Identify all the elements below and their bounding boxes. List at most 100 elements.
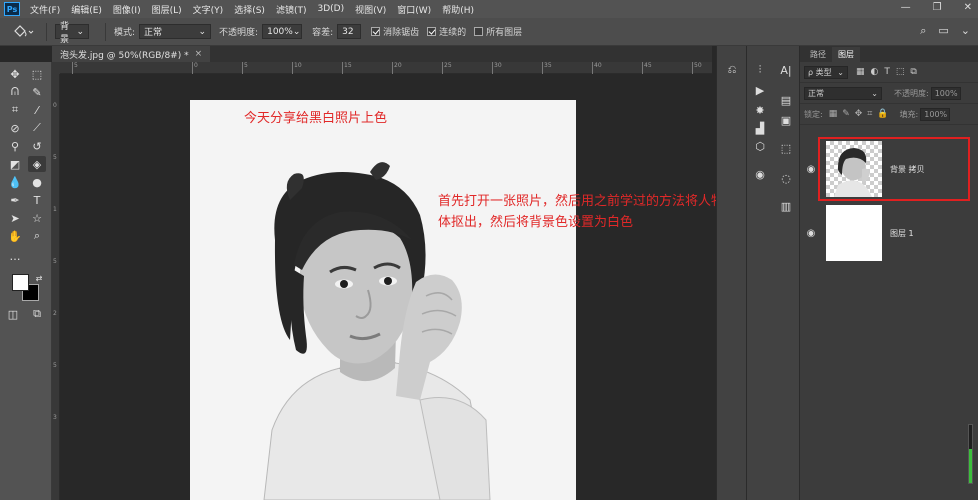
eyedropper-tool-icon[interactable]: ⁄: [28, 102, 46, 118]
document-canvas[interactable]: [190, 100, 576, 500]
dodge-tool-icon[interactable]: ●: [28, 174, 46, 190]
eraser-tool-icon[interactable]: ◩: [6, 156, 24, 172]
panel-scroll-indicator[interactable]: [968, 424, 973, 484]
layer-row-layer-1[interactable]: ◉ 图层 1: [800, 202, 978, 264]
quick-select-tool-icon[interactable]: ✎: [28, 84, 46, 100]
chevron-down-icon: ⌄: [837, 67, 844, 77]
shape-filter-icon[interactable]: ⬚: [896, 67, 905, 77]
screen-mode-icon[interactable]: ⧉: [28, 306, 46, 322]
paint-bucket-tool-icon[interactable]: ◈: [28, 156, 46, 172]
document-tab[interactable]: 泡头发.jpg @ 50%(RGB/8#) * ×: [52, 46, 211, 62]
menu-3d[interactable]: 3D(D): [317, 4, 344, 14]
canvas-area[interactable]: 今天分享给黑白照片上色 首先打开一张照片，然后用之前学过的方法将人物主体抠出，然…: [60, 74, 737, 500]
lasso-tool-icon[interactable]: ᕬ: [6, 84, 24, 100]
shape-tool-icon[interactable]: ☆: [28, 210, 46, 226]
pen-tool-icon[interactable]: ✒: [6, 192, 24, 208]
layer-opacity-input[interactable]: 100%: [930, 86, 961, 100]
adjustments-icon[interactable]: ✸: [751, 102, 769, 118]
layer-filter-select[interactable]: ρ 类型 ⌄: [804, 65, 848, 79]
play-icon[interactable]: ▶: [751, 82, 769, 98]
menu-select[interactable]: 选择(S): [234, 3, 265, 16]
checkbox-checked-icon: [427, 27, 437, 36]
selected-layer-highlight-box: [818, 137, 970, 201]
smart-object-filter-icon[interactable]: ⧉: [910, 67, 916, 77]
menu-view[interactable]: 视图(V): [355, 3, 386, 16]
contiguous-checkbox[interactable]: 连续的: [427, 25, 466, 38]
history-panel-icon[interactable]: ⎌: [723, 62, 741, 78]
actions-panel-icon[interactable]: ⫶: [751, 62, 769, 78]
hand-tool-icon[interactable]: ✋: [6, 228, 24, 244]
levels-icon[interactable]: ▟: [751, 120, 769, 136]
blur-tool-icon[interactable]: 💧: [6, 174, 24, 190]
tools-panel: ✥ ⬚ ᕬ ✎ ⌗ ⁄ ⊘ ⟋ ⚲ ↺ ◩ ◈ 💧 ● ✒ T ➤ ☆ ✋ ⌕ …: [0, 62, 52, 500]
fill-source-select[interactable]: 背景 ⌄: [55, 22, 89, 45]
menu-edit[interactable]: 编辑(E): [71, 3, 102, 16]
tab-layers[interactable]: 图层: [832, 47, 860, 62]
properties-panel-icon[interactable]: ▣: [777, 112, 795, 128]
contiguous-label: 连续的: [439, 28, 467, 38]
brush-settings-icon[interactable]: ◉: [751, 166, 769, 182]
layer-opacity-label: 不透明度:: [894, 88, 929, 98]
3d-panel-icon[interactable]: ⬡: [751, 138, 769, 154]
menu-file[interactable]: 文件(F): [30, 3, 60, 16]
checkbox-checked-icon: [371, 27, 381, 36]
annotation-body: 首先打开一张照片，然后用之前学过的方法将人物主体抠出，然后将背景色设置为白色: [438, 194, 738, 230]
character-panel-icon[interactable]: A|: [777, 62, 795, 78]
opacity-input[interactable]: 100% ⌄: [262, 24, 303, 39]
pixel-filter-icon[interactable]: ▦: [856, 67, 865, 77]
all-layers-checkbox[interactable]: 所有图层: [474, 25, 522, 38]
menu-window[interactable]: 窗口(W): [397, 3, 431, 16]
channels-panel-icon[interactable]: ▥: [777, 198, 795, 214]
workspace-icon[interactable]: ▭: [938, 24, 948, 38]
search-icon[interactable]: ⌕: [920, 24, 926, 38]
marquee-tool-icon[interactable]: ⬚: [28, 66, 46, 82]
all-layers-label: 所有图层: [486, 28, 523, 38]
swap-colors-icon[interactable]: ⇄: [30, 270, 48, 286]
styles-panel-icon[interactable]: ◌: [777, 170, 795, 186]
mode-label: 模式:: [114, 28, 136, 38]
tab-paths[interactable]: 路径: [804, 47, 832, 62]
opacity-value: 100%: [267, 26, 293, 37]
close-icon[interactable]: ×: [195, 49, 203, 59]
quick-mask-icon[interactable]: ◫: [4, 306, 22, 322]
chevron-down-icon[interactable]: ⌄: [961, 24, 970, 38]
fill-input[interactable]: 100%: [920, 107, 951, 121]
minimize-icon[interactable]: —: [901, 2, 911, 13]
restore-icon[interactable]: ❐: [933, 2, 942, 13]
mode-select[interactable]: 正常 ⌄: [139, 24, 212, 39]
tolerance-input[interactable]: 32: [337, 24, 362, 39]
healing-brush-tool-icon[interactable]: ⊘: [6, 120, 24, 136]
history-brush-tool-icon[interactable]: ↺: [28, 138, 46, 154]
antialias-checkbox[interactable]: 消除锯齿: [371, 25, 419, 38]
menu-filter[interactable]: 滤镜(T): [276, 3, 307, 16]
type-tool-icon[interactable]: T: [28, 192, 46, 208]
menu-type[interactable]: 文字(Y): [193, 3, 224, 16]
blend-mode-select[interactable]: 正常 ⌄: [804, 86, 882, 100]
foreground-color-swatch[interactable]: [12, 274, 29, 291]
mode-value: 正常: [144, 28, 163, 38]
ruler-tick: 5: [242, 62, 248, 74]
zoom-tool-icon[interactable]: ⌕: [28, 228, 46, 244]
path-select-tool-icon[interactable]: ➤: [6, 210, 24, 226]
close-icon[interactable]: ✕: [964, 2, 972, 13]
paint-bucket-preset-icon[interactable]: [8, 22, 38, 42]
menu-help[interactable]: 帮助(H): [442, 3, 474, 16]
menu-layer[interactable]: 图层(L): [152, 3, 182, 16]
brush-tool-icon[interactable]: ⟋: [28, 120, 46, 136]
ruler-tick: 5: [53, 154, 57, 161]
lock-options-icon[interactable]: ▦✎✥⌗🔒: [829, 109, 894, 119]
crop-tool-icon[interactable]: ⌗: [6, 102, 24, 118]
move-tool-icon[interactable]: ✥: [6, 66, 24, 82]
ruler-tick: 35: [542, 62, 552, 74]
portrait-photo: [263, 162, 491, 500]
swatches-panel-icon[interactable]: ⬚: [777, 140, 795, 156]
clone-stamp-tool-icon[interactable]: ⚲: [6, 138, 24, 154]
fill-source-value: 背景: [60, 21, 70, 45]
type-filter-icon[interactable]: T: [884, 67, 890, 77]
adjustment-filter-icon[interactable]: ◐: [871, 67, 879, 77]
menu-image[interactable]: 图像(I): [113, 3, 141, 16]
more-tools-icon[interactable]: …: [6, 248, 24, 264]
paragraph-panel-icon[interactable]: ▤: [777, 92, 795, 108]
checkbox-unchecked-icon: [474, 27, 484, 36]
visibility-eye-icon[interactable]: ◉: [800, 228, 822, 239]
